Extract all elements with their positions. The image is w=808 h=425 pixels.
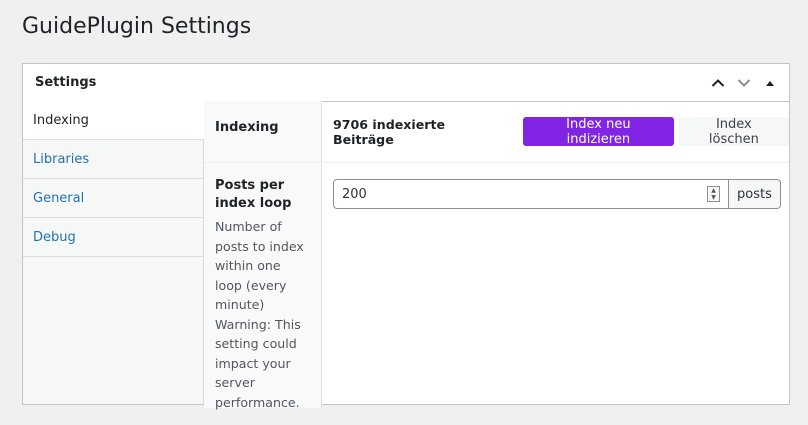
posts-per-loop-row: Posts per index loop Number of posts to … [204,163,789,410]
tab-libraries[interactable]: Libraries [23,140,203,179]
postbox-title: Settings [35,75,97,90]
spinner-down-icon[interactable]: ▼ [708,194,719,201]
posts-per-loop-label: Posts per index loop [215,178,292,211]
settings-postbox: Settings Indexing Libraries General Debu… [22,63,790,410]
tab-indexing[interactable]: Indexing [23,101,204,140]
chevron-up-icon [711,78,725,87]
posts-per-loop-field-cell: 200 ▲ ▼ posts [322,163,789,408]
indexing-label-cell: Indexing [204,101,322,162]
postbox-handle-actions [705,70,789,96]
indexed-count-text: 9706 indexierte Beiträge [333,116,446,147]
reindex-button[interactable]: Index neu indizieren [523,117,674,147]
posts-per-loop-value: 200 [342,186,367,202]
page-title: GuidePlugin Settings [22,14,252,39]
postbox-body: Indexing Libraries General Debug Indexin… [23,101,789,410]
delete-index-button[interactable]: Index löschen [678,117,789,147]
posts-per-loop-label-cell: Posts per index loop Number of posts to … [204,163,322,410]
posts-per-loop-input-group: 200 ▲ ▼ posts [333,179,781,209]
tab-debug[interactable]: Debug [23,218,203,257]
postbox-header: Settings [23,64,789,102]
settings-tabs: Indexing Libraries General Debug [23,101,204,404]
posts-per-loop-description: Number of posts to index within one loop… [215,219,304,410]
triangle-up-icon [766,80,774,86]
number-spinner[interactable]: ▲ ▼ [707,186,720,202]
move-down-button[interactable] [731,70,757,96]
posts-suffix: posts [729,179,781,209]
toggle-panel-button[interactable] [757,70,783,96]
tab-general[interactable]: General [23,179,203,218]
spinner-up-icon[interactable]: ▲ [708,187,719,194]
indexing-row: Indexing 9706 indexierte Beiträge Index … [204,101,789,163]
posts-per-loop-input[interactable]: 200 ▲ ▼ [333,179,729,209]
indexing-label: Indexing [215,120,279,135]
move-up-button[interactable] [705,70,731,96]
settings-panel: Indexing 9706 indexierte Beiträge Index … [204,101,789,410]
indexing-field-cell: 9706 indexierte Beiträge Index neu indiz… [322,101,789,162]
chevron-down-icon [737,78,751,87]
